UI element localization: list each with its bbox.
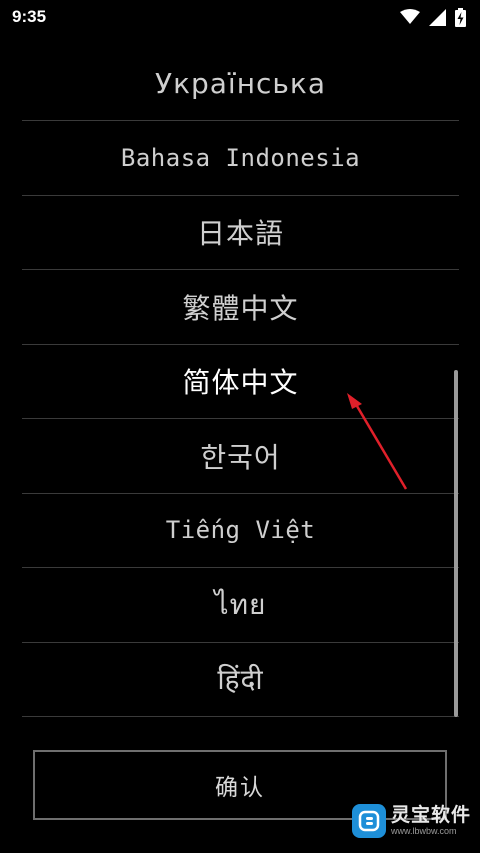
- language-option-thai[interactable]: ไทย: [22, 568, 459, 643]
- language-label: हिंदी: [217, 663, 264, 697]
- language-option-traditional-chinese[interactable]: 繁體中文: [22, 270, 459, 345]
- scrollbar[interactable]: [454, 370, 458, 717]
- language-label: 简体中文: [182, 366, 299, 400]
- watermark-logo-icon: [352, 804, 386, 838]
- status-time: 9:35: [12, 7, 47, 26]
- watermark-subtitle: www.lbwbw.com: [391, 826, 457, 836]
- cellular-signal-icon: [429, 8, 446, 26]
- status-icons: [400, 7, 466, 27]
- language-option-ukrainian[interactable]: Українська: [22, 46, 459, 121]
- language-option-vietnamese[interactable]: Tiếng Việt: [22, 494, 459, 568]
- language-option-simplified-chinese[interactable]: 简体中文: [22, 345, 459, 419]
- language-option-indonesian[interactable]: Bahasa Indonesia: [22, 121, 459, 196]
- language-label: Українська: [155, 66, 326, 100]
- confirm-button-label: 确认: [215, 775, 265, 801]
- language-list: Українська Bahasa Indonesia 日本語 繁體中文 简体中…: [22, 46, 459, 717]
- watermark-title: 灵宝软件: [391, 804, 472, 826]
- language-option-japanese[interactable]: 日本語: [22, 196, 459, 270]
- wifi-icon: [400, 9, 420, 24]
- language-label: 한국어: [200, 440, 281, 474]
- status-bar: 9:35: [0, 0, 480, 34]
- language-label: Tiếng Việt: [165, 516, 316, 545]
- battery-charging-icon: [455, 7, 466, 27]
- watermark: 灵宝软件 www.lbwbw.com: [352, 804, 471, 838]
- language-label: ไทย: [214, 587, 267, 621]
- language-label: Bahasa Indonesia: [120, 143, 361, 172]
- language-option-korean[interactable]: 한국어: [22, 419, 459, 494]
- language-label: 繁體中文: [182, 291, 299, 325]
- language-label: 日本語: [196, 217, 284, 251]
- language-option-hindi[interactable]: हिंदी: [22, 643, 459, 717]
